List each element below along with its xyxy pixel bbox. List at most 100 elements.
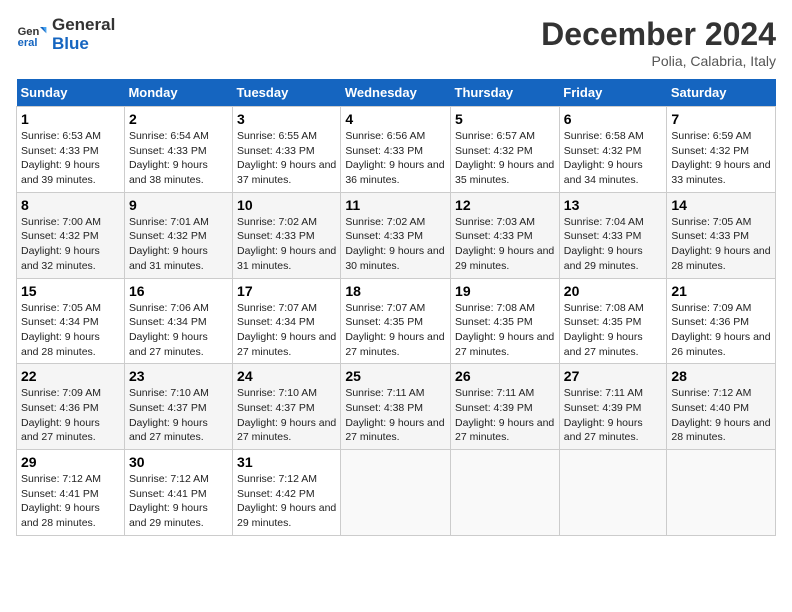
day-number: 24 <box>237 368 336 384</box>
day-cell-25: 25 Sunrise: 7:11 AMSunset: 4:38 PMDaylig… <box>341 364 451 450</box>
day-number: 3 <box>237 111 336 127</box>
location: Polia, Calabria, Italy <box>541 53 776 69</box>
day-info: Sunrise: 7:12 AMSunset: 4:41 PMDaylight:… <box>129 472 228 531</box>
day-number: 21 <box>671 283 771 299</box>
day-number: 20 <box>564 283 663 299</box>
day-info: Sunrise: 7:02 AMSunset: 4:33 PMDaylight:… <box>345 215 446 274</box>
svg-text:Gen: Gen <box>18 26 40 38</box>
day-number: 31 <box>237 454 336 470</box>
day-cell-31: 31 Sunrise: 7:12 AMSunset: 4:42 PMDaylig… <box>233 450 341 536</box>
day-cell-10: 10 Sunrise: 7:02 AMSunset: 4:33 PMDaylig… <box>233 192 341 278</box>
week-row-1: 1 Sunrise: 6:53 AMSunset: 4:33 PMDayligh… <box>17 107 776 193</box>
day-cell-17: 17 Sunrise: 7:07 AMSunset: 4:34 PMDaylig… <box>233 278 341 364</box>
day-number: 4 <box>345 111 446 127</box>
day-cell-15: 15 Sunrise: 7:05 AMSunset: 4:34 PMDaylig… <box>17 278 125 364</box>
day-number: 29 <box>21 454 120 470</box>
header-wednesday: Wednesday <box>341 79 451 107</box>
header-monday: Monday <box>124 79 232 107</box>
day-number: 7 <box>671 111 771 127</box>
day-info: Sunrise: 7:05 AMSunset: 4:33 PMDaylight:… <box>671 215 771 274</box>
day-number: 11 <box>345 197 446 213</box>
day-cell-23: 23 Sunrise: 7:10 AMSunset: 4:37 PMDaylig… <box>124 364 232 450</box>
week-row-5: 29 Sunrise: 7:12 AMSunset: 4:41 PMDaylig… <box>17 450 776 536</box>
header-thursday: Thursday <box>451 79 560 107</box>
title-block: December 2024 Polia, Calabria, Italy <box>541 16 776 69</box>
day-number: 5 <box>455 111 555 127</box>
day-number: 2 <box>129 111 228 127</box>
day-cell-26: 26 Sunrise: 7:11 AMSunset: 4:39 PMDaylig… <box>451 364 560 450</box>
day-info: Sunrise: 7:12 AMSunset: 4:40 PMDaylight:… <box>671 386 771 445</box>
page-header: Gen eral General Blue December 2024 Poli… <box>16 16 776 69</box>
day-cell-19: 19 Sunrise: 7:08 AMSunset: 4:35 PMDaylig… <box>451 278 560 364</box>
day-cell-7: 7 Sunrise: 6:59 AMSunset: 4:32 PMDayligh… <box>667 107 776 193</box>
day-cell-29: 29 Sunrise: 7:12 AMSunset: 4:41 PMDaylig… <box>17 450 125 536</box>
day-number: 30 <box>129 454 228 470</box>
day-cell-22: 22 Sunrise: 7:09 AMSunset: 4:36 PMDaylig… <box>17 364 125 450</box>
day-cell-16: 16 Sunrise: 7:06 AMSunset: 4:34 PMDaylig… <box>124 278 232 364</box>
day-info: Sunrise: 7:10 AMSunset: 4:37 PMDaylight:… <box>129 386 228 445</box>
day-number: 22 <box>21 368 120 384</box>
empty-cell <box>451 450 560 536</box>
header-tuesday: Tuesday <box>233 79 341 107</box>
day-info: Sunrise: 6:55 AMSunset: 4:33 PMDaylight:… <box>237 129 336 188</box>
day-cell-30: 30 Sunrise: 7:12 AMSunset: 4:41 PMDaylig… <box>124 450 232 536</box>
day-info: Sunrise: 7:10 AMSunset: 4:37 PMDaylight:… <box>237 386 336 445</box>
day-cell-21: 21 Sunrise: 7:09 AMSunset: 4:36 PMDaylig… <box>667 278 776 364</box>
empty-cell <box>667 450 776 536</box>
day-info: Sunrise: 7:08 AMSunset: 4:35 PMDaylight:… <box>564 301 663 360</box>
day-info: Sunrise: 7:11 AMSunset: 4:39 PMDaylight:… <box>564 386 663 445</box>
logo-icon: Gen eral <box>16 19 48 51</box>
day-cell-18: 18 Sunrise: 7:07 AMSunset: 4:35 PMDaylig… <box>341 278 451 364</box>
logo-text: General Blue <box>52 16 115 53</box>
day-number: 17 <box>237 283 336 299</box>
day-cell-12: 12 Sunrise: 7:03 AMSunset: 4:33 PMDaylig… <box>451 192 560 278</box>
day-cell-4: 4 Sunrise: 6:56 AMSunset: 4:33 PMDayligh… <box>341 107 451 193</box>
svg-text:eral: eral <box>18 37 38 49</box>
week-row-4: 22 Sunrise: 7:09 AMSunset: 4:36 PMDaylig… <box>17 364 776 450</box>
day-info: Sunrise: 7:01 AMSunset: 4:32 PMDaylight:… <box>129 215 228 274</box>
day-info: Sunrise: 7:05 AMSunset: 4:34 PMDaylight:… <box>21 301 120 360</box>
day-info: Sunrise: 6:58 AMSunset: 4:32 PMDaylight:… <box>564 129 663 188</box>
day-cell-20: 20 Sunrise: 7:08 AMSunset: 4:35 PMDaylig… <box>559 278 667 364</box>
day-cell-27: 27 Sunrise: 7:11 AMSunset: 4:39 PMDaylig… <box>559 364 667 450</box>
calendar-table: SundayMondayTuesdayWednesdayThursdayFrid… <box>16 79 776 536</box>
day-number: 6 <box>564 111 663 127</box>
header-row: SundayMondayTuesdayWednesdayThursdayFrid… <box>17 79 776 107</box>
day-number: 23 <box>129 368 228 384</box>
day-info: Sunrise: 7:00 AMSunset: 4:32 PMDaylight:… <box>21 215 120 274</box>
day-info: Sunrise: 7:02 AMSunset: 4:33 PMDaylight:… <box>237 215 336 274</box>
day-number: 18 <box>345 283 446 299</box>
day-cell-9: 9 Sunrise: 7:01 AMSunset: 4:32 PMDayligh… <box>124 192 232 278</box>
header-saturday: Saturday <box>667 79 776 107</box>
week-row-3: 15 Sunrise: 7:05 AMSunset: 4:34 PMDaylig… <box>17 278 776 364</box>
day-info: Sunrise: 6:59 AMSunset: 4:32 PMDaylight:… <box>671 129 771 188</box>
day-cell-24: 24 Sunrise: 7:10 AMSunset: 4:37 PMDaylig… <box>233 364 341 450</box>
day-info: Sunrise: 7:07 AMSunset: 4:34 PMDaylight:… <box>237 301 336 360</box>
day-info: Sunrise: 7:03 AMSunset: 4:33 PMDaylight:… <box>455 215 555 274</box>
day-number: 8 <box>21 197 120 213</box>
day-number: 16 <box>129 283 228 299</box>
logo: Gen eral General Blue <box>16 16 115 53</box>
day-number: 19 <box>455 283 555 299</box>
day-number: 28 <box>671 368 771 384</box>
day-number: 26 <box>455 368 555 384</box>
day-info: Sunrise: 7:09 AMSunset: 4:36 PMDaylight:… <box>671 301 771 360</box>
day-cell-11: 11 Sunrise: 7:02 AMSunset: 4:33 PMDaylig… <box>341 192 451 278</box>
day-cell-5: 5 Sunrise: 6:57 AMSunset: 4:32 PMDayligh… <box>451 107 560 193</box>
day-info: Sunrise: 7:07 AMSunset: 4:35 PMDaylight:… <box>345 301 446 360</box>
day-cell-1: 1 Sunrise: 6:53 AMSunset: 4:33 PMDayligh… <box>17 107 125 193</box>
day-cell-14: 14 Sunrise: 7:05 AMSunset: 4:33 PMDaylig… <box>667 192 776 278</box>
day-info: Sunrise: 7:08 AMSunset: 4:35 PMDaylight:… <box>455 301 555 360</box>
header-friday: Friday <box>559 79 667 107</box>
day-info: Sunrise: 6:54 AMSunset: 4:33 PMDaylight:… <box>129 129 228 188</box>
day-info: Sunrise: 7:09 AMSunset: 4:36 PMDaylight:… <box>21 386 120 445</box>
day-number: 25 <box>345 368 446 384</box>
day-number: 1 <box>21 111 120 127</box>
empty-cell <box>341 450 451 536</box>
day-number: 14 <box>671 197 771 213</box>
day-number: 27 <box>564 368 663 384</box>
day-cell-8: 8 Sunrise: 7:00 AMSunset: 4:32 PMDayligh… <box>17 192 125 278</box>
day-info: Sunrise: 6:56 AMSunset: 4:33 PMDaylight:… <box>345 129 446 188</box>
day-number: 9 <box>129 197 228 213</box>
day-info: Sunrise: 6:57 AMSunset: 4:32 PMDaylight:… <box>455 129 555 188</box>
